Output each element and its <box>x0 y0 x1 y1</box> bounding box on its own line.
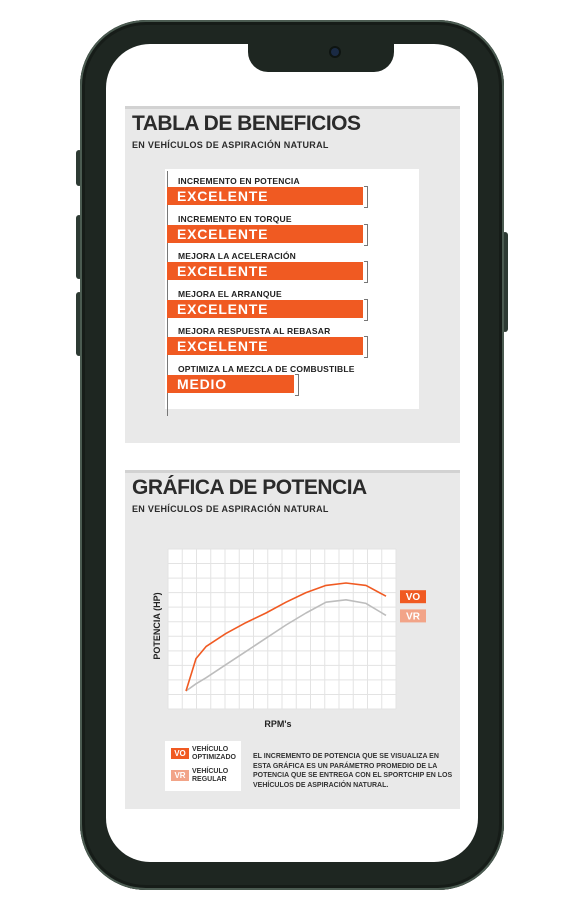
benefit-bar: EXCELENTE <box>167 224 363 243</box>
benefit-value: EXCELENTE <box>177 338 269 354</box>
phone-notch <box>248 40 394 72</box>
benefit-label: MEJORA EL ARRANQUE <box>178 288 282 299</box>
legend-badge-vr: VR <box>171 770 189 781</box>
benefits-panel: TABLA DE BENEFICIOS EN VEHÍCULOS DE ASPI… <box>125 106 460 443</box>
benefit-bar: EXCELENTE <box>167 187 363 205</box>
benefit-value: EXCELENTE <box>177 188 269 204</box>
x-axis-label: RPM's <box>264 719 291 729</box>
benefit-value: EXCELENTE <box>177 263 269 279</box>
benefit-row: MEJORA EL ARRANQUE EXCELENTE <box>167 289 417 325</box>
benefits-subtitle: EN VEHÍCULOS DE ASPIRACIÓN NATURAL <box>132 140 329 150</box>
benefit-bar-end-tick <box>364 261 368 283</box>
benefit-row: MEJORA RESPUESTA AL REBASAR EXCELENTE <box>167 326 417 362</box>
benefit-label: OPTIMIZA LA MEZCLA DE COMBUSTIBLE <box>178 363 355 374</box>
benefit-label: MEJORA LA ACELERACIÓN <box>178 251 297 261</box>
series-badge-vr: VR <box>400 609 426 623</box>
chart-legend: VO VEHÍCULO OPTIMIZADO VR VEHÍCULO REGUL… <box>165 741 241 791</box>
benefit-bar-end-tick <box>364 223 368 246</box>
power-chart: VO VR POTENCIA (HP) RPM's <box>152 548 426 729</box>
benefit-label: INCREMENTO EN POTENCIA <box>178 176 300 186</box>
benefit-value: EXCELENTE <box>177 300 269 317</box>
benefit-bar: EXCELENTE <box>167 262 363 280</box>
benefit-row: INCREMENTO EN POTENCIA EXCELENTE <box>167 176 417 212</box>
camera-icon <box>331 48 339 56</box>
benefit-bar: EXCELENTE <box>167 337 363 355</box>
benefit-bar-end-tick <box>295 373 299 396</box>
benefit-bar-end-tick <box>364 336 368 358</box>
legend-label-vo: VEHÍCULO OPTIMIZADO <box>192 746 236 761</box>
benefit-row: INCREMENTO EN TORQUE EXCELENTE <box>167 214 417 250</box>
benefit-bar-end-tick <box>364 186 368 208</box>
series-badge-vo: VO <box>400 590 426 604</box>
benefit-bar: MEDIO <box>167 374 294 393</box>
benefits-title: TABLA DE BENEFICIOS <box>132 112 361 135</box>
legend-label-vr: VEHÍCULO REGULAR <box>192 768 229 783</box>
series-badge-label: VR <box>406 611 421 622</box>
benefits-card: INCREMENTO EN POTENCIA EXCELENTE INCREMENT… <box>165 169 419 416</box>
benefit-label: INCREMENTO EN TORQUE <box>178 213 292 224</box>
benefit-bar-end-tick <box>364 298 368 321</box>
power-panel: GRÁFICA DE POTENCIA EN VEHÍCULOS DE ASPI… <box>125 470 460 809</box>
benefit-value: EXCELENTE <box>177 225 269 242</box>
benefit-bar: EXCELENTE <box>167 299 363 318</box>
legend-badge-vo: VO <box>171 748 189 759</box>
series-badge-label: VO <box>406 592 421 603</box>
benefit-row: OPTIMIZA LA MEZCLA DE COMBUSTIBLE MEDIO <box>167 364 417 400</box>
benefit-value: MEDIO <box>177 375 227 392</box>
y-axis-label: POTENCIA (HP) <box>152 592 162 659</box>
chart-note: EL INCREMENTO DE POTENCIA QUE SE VISUALI… <box>253 753 453 789</box>
benefit-row: MEJORA LA ACELERACIÓN EXCELENTE <box>167 251 417 287</box>
benefit-label: MEJORA RESPUESTA AL REBASAR <box>178 326 331 336</box>
